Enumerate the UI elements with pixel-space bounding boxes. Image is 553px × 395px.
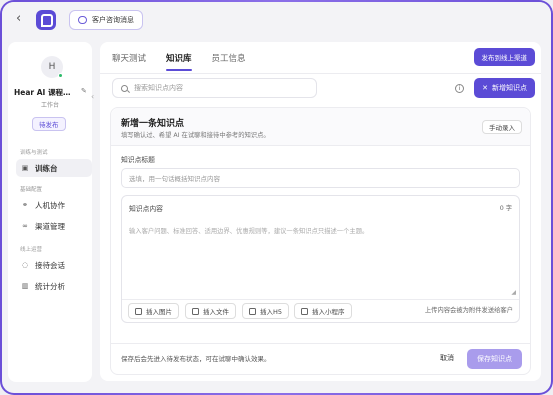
publish-button[interactable]: 发布到线上渠道 — [473, 48, 535, 66]
insert-miniprogram-button[interactable]: 插入小程序 — [294, 303, 352, 319]
online-status-dot — [58, 73, 63, 78]
link-icon — [249, 307, 256, 315]
app-window: ‹ 客户咨询消息 H Hear AI 课程… ✎ 工作台 待发布 训练与测试 ▣… — [2, 2, 551, 393]
status-badge: 待发布 — [32, 117, 66, 131]
collapse-sidebar-icon[interactable]: ‹ — [91, 92, 94, 101]
app-logo — [36, 10, 56, 30]
chat-bubble-icon — [78, 16, 87, 24]
sidebar: H Hear AI 课程… ✎ 工作台 待发布 训练与测试 ▣ 训练台 基础配置… — [2, 36, 94, 393]
title-field-label: 知识点标题 — [121, 156, 155, 164]
upload-note: 上传内容会被为附件发送给客户 — [424, 307, 513, 314]
handshake-icon: ⚭ — [22, 201, 28, 209]
content-editor[interactable]: 知识点内容 0 字 输入客户问题、标准回答、适用边界、优惠规则等，建议一条知识点… — [121, 195, 520, 323]
sidebar-item-sessions[interactable]: ◌ 接待会话 — [16, 256, 92, 274]
app-frame: ‹ 客户咨询消息 H Hear AI 课程… ✎ 工作台 待发布 训练与测试 ▣… — [0, 0, 553, 395]
sidebar-item-label: 接待会话 — [35, 260, 65, 270]
resize-handle-icon[interactable]: ◢ — [511, 289, 516, 296]
sidebar-panel: H Hear AI 课程… ✎ 工作台 待发布 训练与测试 ▣ 训练台 基础配置… — [8, 42, 92, 382]
tool-label: 插入小程序 — [312, 308, 345, 316]
save-button[interactable]: 保存知识点 — [467, 349, 522, 369]
search-icon — [121, 84, 128, 92]
tool-label: 插入图片 — [146, 308, 172, 316]
back-icon[interactable]: ‹ — [16, 12, 26, 26]
tab-bar: 聊天测试 知识库 员工信息 — [112, 52, 246, 71]
title-placeholder: 选填，用一句话概括知识点内容 — [129, 175, 220, 183]
sidebar-item-label: 渠道管理 — [35, 221, 65, 231]
toolbar-divider — [122, 299, 519, 300]
chart-icon: ▥ — [21, 282, 29, 290]
sidebar-item-channels[interactable]: ∞ 渠道管理 — [16, 217, 92, 235]
customer-message-chip[interactable]: 客户咨询消息 — [69, 10, 143, 30]
main-panel: 聊天测试 知识库 员工信息 发布到线上渠道 搜索知识点内容 i ✕ 新增知识点 … — [100, 42, 541, 381]
tab-chat-test[interactable]: 聊天测试 — [112, 52, 146, 71]
avatar-letter: H — [48, 62, 56, 72]
top-bar: ‹ 客户咨询消息 — [2, 2, 551, 36]
image-icon — [135, 307, 142, 315]
train-icon: ▣ — [21, 164, 29, 172]
link-icon: ∞ — [22, 222, 28, 230]
form-footer-divider — [111, 343, 530, 344]
insert-h5-button[interactable]: 插入H5 — [242, 303, 290, 319]
form-header: 新增一条知识点 填写确认过、希望 AI 在试聊和接待中参考的知识点。 手动录入 — [111, 108, 530, 146]
form-title: 新增一条知识点 — [121, 119, 185, 129]
file-icon — [192, 307, 199, 315]
new-knowledge-button[interactable]: ✕ 新增知识点 — [474, 78, 535, 98]
info-icon[interactable]: i — [455, 84, 464, 93]
sidebar-item-label: 统计分析 — [35, 281, 65, 291]
form-footer-note: 保存后会先进入待发布状态，可在试聊中确认效果。 — [121, 355, 271, 363]
title-input[interactable]: 选填，用一句话概括知识点内容 — [121, 168, 520, 188]
plus-icon: ✕ — [482, 84, 488, 92]
insert-file-button[interactable]: 插入文件 — [185, 303, 236, 319]
sidebar-item-collab[interactable]: ⚭ 人机协作 — [16, 196, 92, 214]
agent-name: Hear AI 课程… — [14, 88, 71, 97]
tab-knowledge-base[interactable]: 知识库 — [166, 52, 192, 71]
content-label: 知识点内容 — [129, 205, 163, 213]
sidebar-item-label: 人机协作 — [35, 200, 65, 210]
miniprogram-icon — [301, 307, 308, 315]
search-placeholder: 搜索知识点内容 — [134, 84, 183, 92]
agent-role: 工作台 — [40, 102, 59, 109]
chip-label: 客户咨询消息 — [92, 16, 134, 24]
tab-employee-info[interactable]: 员工信息 — [212, 52, 246, 71]
cancel-button[interactable]: 取消 — [440, 353, 454, 363]
search-input[interactable]: 搜索知识点内容 — [112, 78, 317, 98]
sidebar-item-label: 训练台 — [35, 163, 58, 173]
edit-icon[interactable]: ✎ — [81, 87, 87, 95]
new-knowledge-form: 新增一条知识点 填写确认过、希望 AI 在试聊和接待中参考的知识点。 手动录入 … — [110, 107, 531, 375]
content-placeholder: 输入客户问题、标准回答、适用边界、优惠规则等，建议一条知识点只描述一个主题。 — [129, 228, 369, 235]
nav-group-label: 线上运营 — [20, 247, 43, 253]
nav-group-label: 基础配置 — [20, 187, 43, 193]
char-count: 0 字 — [499, 205, 512, 212]
sidebar-item-stats[interactable]: ▥ 统计分析 — [16, 277, 92, 295]
new-knowledge-label: 新增知识点 — [492, 84, 527, 92]
nav-group-label: 训练与测试 — [20, 150, 48, 156]
sidebar-item-training[interactable]: ▣ 训练台 — [16, 159, 92, 177]
tool-label: 插入H5 — [260, 308, 283, 316]
tabs-divider — [100, 73, 541, 74]
manual-entry-button[interactable]: 手动录入 — [482, 120, 522, 134]
insert-image-button[interactable]: 插入图片 — [128, 303, 179, 319]
form-subtitle: 填写确认过、希望 AI 在试聊和接待中参考的知识点。 — [121, 132, 270, 139]
tool-label: 插入文件 — [203, 308, 229, 316]
chat-icon: ◌ — [21, 261, 29, 269]
